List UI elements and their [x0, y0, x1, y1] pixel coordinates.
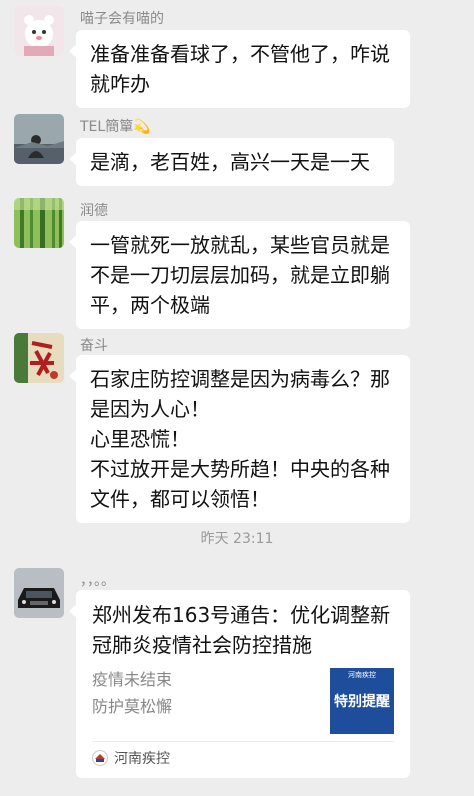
black-car-avatar-icon[interactable]: [14, 568, 64, 618]
henan-cdc-logo-icon: [92, 750, 108, 766]
card-source[interactable]: 河南疾控: [92, 748, 170, 768]
bamboo-forest-avatar-icon[interactable]: [14, 198, 64, 248]
sender-name: 喵子会有喵的: [80, 11, 164, 27]
message-line: 是滴，老百姓，高兴一天是一天: [90, 150, 370, 174]
card-desc-line: 疫情未结束: [92, 670, 173, 689]
message-bubble[interactable]: 是滴，老百姓，高兴一天是一天: [69, 138, 394, 186]
chat-timestamp: 昨天 23:11: [200, 531, 274, 547]
card-thumbnail: 河南疾控 特别提醒: [330, 668, 394, 734]
sender-name: 奋斗: [80, 338, 108, 354]
message-line: 就咋办: [90, 72, 150, 96]
message-line: 不是一刀切层层加码，就是立即躺: [90, 263, 390, 287]
card-desc-line: 防护莫松懈: [92, 697, 173, 716]
message-line: 平，两个极端: [90, 293, 210, 317]
card-title-line: 郑州发布163号通告：优化调整新: [92, 603, 391, 627]
thumb-header: 河南疾控: [348, 671, 376, 679]
sender-name: ，，。。: [80, 573, 115, 589]
message-bubble[interactable]: 石家庄防控调整是因为病毒么？那 是因为人心！ 心里恐慌！ 不过放开是大势所趋！中…: [69, 355, 410, 523]
message-line: 不过放开是大势所趋！中央的各种: [90, 457, 390, 481]
card-title: 郑州发布163号通告：优化调整新 冠肺炎疫情社会防控措施: [92, 600, 394, 660]
sender-name: 润德: [80, 203, 108, 219]
card-divider: [92, 741, 394, 742]
message-line: 石家庄防控调整是因为病毒么？那: [90, 367, 390, 391]
message-line: 准备准备看球了，不管他了，咋说: [90, 42, 390, 66]
person-landscape-avatar-icon[interactable]: [14, 114, 64, 164]
card-source-name: 河南疾控: [114, 751, 170, 767]
message-bubble[interactable]: 准备准备看球了，不管他了，咋说 就咋办: [69, 30, 410, 108]
card-title-line: 冠肺炎疫情社会防控措施: [92, 633, 312, 657]
sender-name: TEL簡簞💫: [80, 119, 151, 135]
message-line: 是因为人心！: [90, 397, 210, 421]
message-line: 文件，都可以领悟！: [90, 487, 270, 511]
card-description: 疫情未结束 防护莫松懈: [92, 666, 172, 720]
message-bubble[interactable]: 一管就死一放就乱，某些官员就是 不是一刀切层层加码，就是立即躺 平，两个极端: [69, 221, 410, 329]
thumb-text: 特别提醒: [334, 694, 390, 710]
cartoon-cat-avatar-icon[interactable]: [14, 6, 64, 56]
article-card[interactable]: 郑州发布163号通告：优化调整新 冠肺炎疫情社会防控措施 疫情未结束 防护莫松懈…: [69, 590, 410, 778]
message-line: 一管就死一放就乱，某些官员就是: [90, 233, 390, 257]
calligraphy-avatar-icon[interactable]: [14, 333, 64, 383]
message-line: 心里恐慌！: [90, 427, 190, 451]
